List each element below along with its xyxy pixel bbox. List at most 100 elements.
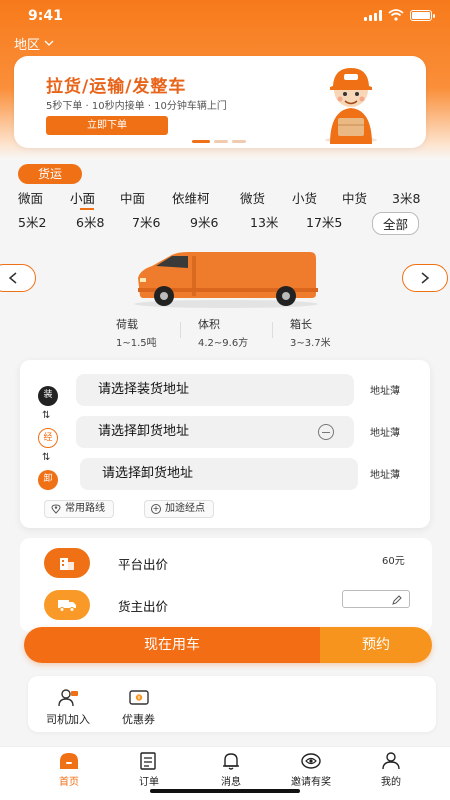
home-icon xyxy=(60,753,78,769)
status-bar: 9:41 xyxy=(0,0,450,32)
courier-mascot-illustration xyxy=(325,68,377,144)
driver-join-entry[interactable]: 司机加入 xyxy=(46,688,90,727)
vehicle-type-option[interactable]: 微货 xyxy=(240,188,265,207)
home-indicator xyxy=(150,789,300,793)
spec-label: 荷载 xyxy=(116,318,138,331)
vehicle-type-option[interactable]: 17米5 xyxy=(306,212,342,231)
use-now-button[interactable]: 现在用车 xyxy=(24,627,320,663)
chevron-left-icon xyxy=(8,272,17,284)
load-address-input[interactable]: 请选择装货地址 xyxy=(76,374,354,406)
status-time: 9:41 xyxy=(28,8,63,24)
action-bar: 现在用车 预约 xyxy=(24,627,432,663)
region-selector[interactable]: 地区 xyxy=(14,34,54,53)
coupon-icon: ¥ xyxy=(128,690,149,705)
common-routes-label: 常用路线 xyxy=(65,503,105,514)
load-marker: 装 xyxy=(38,386,58,406)
all-types-button[interactable]: 全部 xyxy=(372,212,420,235)
coupon-entry[interactable]: ¥ 优惠券 xyxy=(122,688,155,727)
address-book-link[interactable]: 地址薄 xyxy=(370,424,400,439)
swap-icon[interactable]: ⇅ xyxy=(42,452,50,463)
edit-icon xyxy=(392,595,402,605)
vehicle-type-option[interactable]: 小货 xyxy=(292,188,317,207)
status-icons xyxy=(364,9,435,21)
swap-icon[interactable]: ⇅ xyxy=(42,410,50,421)
chevron-down-icon xyxy=(44,40,54,46)
van-illustration xyxy=(134,252,318,308)
spec-label: 体积 xyxy=(198,318,220,331)
unload-address-input[interactable]: 请选择卸货地址 xyxy=(80,458,358,490)
vehicle-type-option[interactable]: 微面 xyxy=(18,188,43,207)
platform-price-label: 平台出价 xyxy=(118,557,169,572)
route-card: 装 请选择装货地址 地址薄 ⇅ 经 请选择卸货地址 地址薄 ⇅ 卸 请选择卸货地… xyxy=(20,360,430,528)
address-book-link[interactable]: 地址薄 xyxy=(370,382,400,397)
tab-label: 我的 xyxy=(381,777,401,788)
driver-icon xyxy=(58,689,78,707)
pricing-section: 平台出价 60元 货主出价 xyxy=(20,538,432,632)
spec-value: 4.2~9.6方 xyxy=(198,338,249,349)
location-pin-icon xyxy=(51,504,61,514)
vehicle-type-option[interactable]: 13米 xyxy=(250,212,278,231)
tab-label: 首页 xyxy=(59,777,79,788)
tab-invite[interactable]: 邀请有奖 xyxy=(276,751,346,788)
next-vehicle-button[interactable] xyxy=(402,264,448,292)
vehicle-type-option[interactable]: 中面 xyxy=(120,188,145,207)
truck-icon xyxy=(44,590,90,620)
spec-load: 荷载 1~1.5吨 xyxy=(116,316,157,349)
vehicle-type-option[interactable]: 6米8 xyxy=(76,212,104,231)
tab-label: 消息 xyxy=(221,777,241,788)
tab-orders[interactable]: 订单 xyxy=(114,751,184,788)
plus-icon: + xyxy=(151,504,161,514)
unload-marker: 卸 xyxy=(38,470,58,490)
reserve-button[interactable]: 预约 xyxy=(320,627,432,663)
spec-value: 3~3.7米 xyxy=(290,338,331,349)
vehicle-type-option-selected[interactable]: 小面 xyxy=(70,188,95,207)
remove-waypoint-icon[interactable] xyxy=(318,424,334,440)
vehicle-type-row-2: 5米2 6米8 7米6 9米6 13米 17米5 全部 xyxy=(0,212,450,235)
tab-home[interactable]: 首页 xyxy=(34,751,104,788)
vehicle-type-option[interactable]: 9米6 xyxy=(190,212,218,231)
platform-price-value: 60元 xyxy=(382,556,405,567)
wifi-icon xyxy=(388,9,404,21)
banner-pagination xyxy=(192,140,246,143)
vehicle-type-option[interactable]: 7米6 xyxy=(132,212,160,231)
order-icon xyxy=(140,752,156,770)
owner-price-input[interactable] xyxy=(342,590,410,608)
region-label: 地区 xyxy=(14,38,41,53)
invite-icon xyxy=(301,753,321,769)
coupon-label: 优惠券 xyxy=(122,713,155,726)
promo-banner[interactable]: 拉货/运输/发整车 5秒下单 · 10秒内接单 · 10分钟车辆上门 立即下单 xyxy=(14,56,426,148)
owner-price-label: 货主出价 xyxy=(118,599,169,614)
tab-profile[interactable]: 我的 xyxy=(356,751,426,788)
waypoint-marker: 经 xyxy=(38,428,58,448)
tab-label: 订单 xyxy=(139,777,159,788)
spec-length: 箱长 3~3.7米 xyxy=(290,316,331,349)
tab-messages[interactable]: 消息 xyxy=(196,751,266,788)
vehicle-type-row-1: 微面 小面 中面 依维柯 微货 小货 中货 3米8 xyxy=(0,188,450,210)
selected-type-indicator xyxy=(80,208,94,210)
banner-subtitle: 5秒下单 · 10秒内接单 · 10分钟车辆上门 xyxy=(46,101,227,112)
battery-icon xyxy=(410,9,435,21)
spec-label: 箱长 xyxy=(290,318,312,331)
waypoint-address-input[interactable]: 请选择卸货地址 xyxy=(76,416,354,448)
svg-text:¥: ¥ xyxy=(137,696,140,702)
order-now-button[interactable]: 立即下单 xyxy=(46,116,168,135)
chevron-right-icon xyxy=(421,272,430,284)
building-icon xyxy=(44,548,90,578)
prev-vehicle-button[interactable] xyxy=(0,264,36,292)
common-routes-button[interactable]: 常用路线 xyxy=(44,500,114,518)
bell-icon xyxy=(223,753,239,770)
vehicle-type-option[interactable]: 依维柯 xyxy=(172,188,210,207)
vehicle-type-option[interactable]: 中货 xyxy=(342,188,367,207)
driver-join-label: 司机加入 xyxy=(46,713,90,726)
user-icon xyxy=(382,752,400,770)
vehicle-type-option[interactable]: 5米2 xyxy=(18,212,46,231)
address-book-link[interactable]: 地址薄 xyxy=(370,466,400,481)
spec-value: 1~1.5吨 xyxy=(116,338,157,349)
add-waypoint-label: 加途经点 xyxy=(165,503,205,514)
spec-volume: 体积 4.2~9.6方 xyxy=(198,316,248,349)
spec-divider xyxy=(180,322,181,338)
signal-icon xyxy=(364,9,382,21)
add-waypoint-button[interactable]: + 加途经点 xyxy=(144,500,214,518)
vehicle-type-option[interactable]: 3米8 xyxy=(392,188,420,207)
tab-freight[interactable]: 货运 xyxy=(18,164,82,184)
